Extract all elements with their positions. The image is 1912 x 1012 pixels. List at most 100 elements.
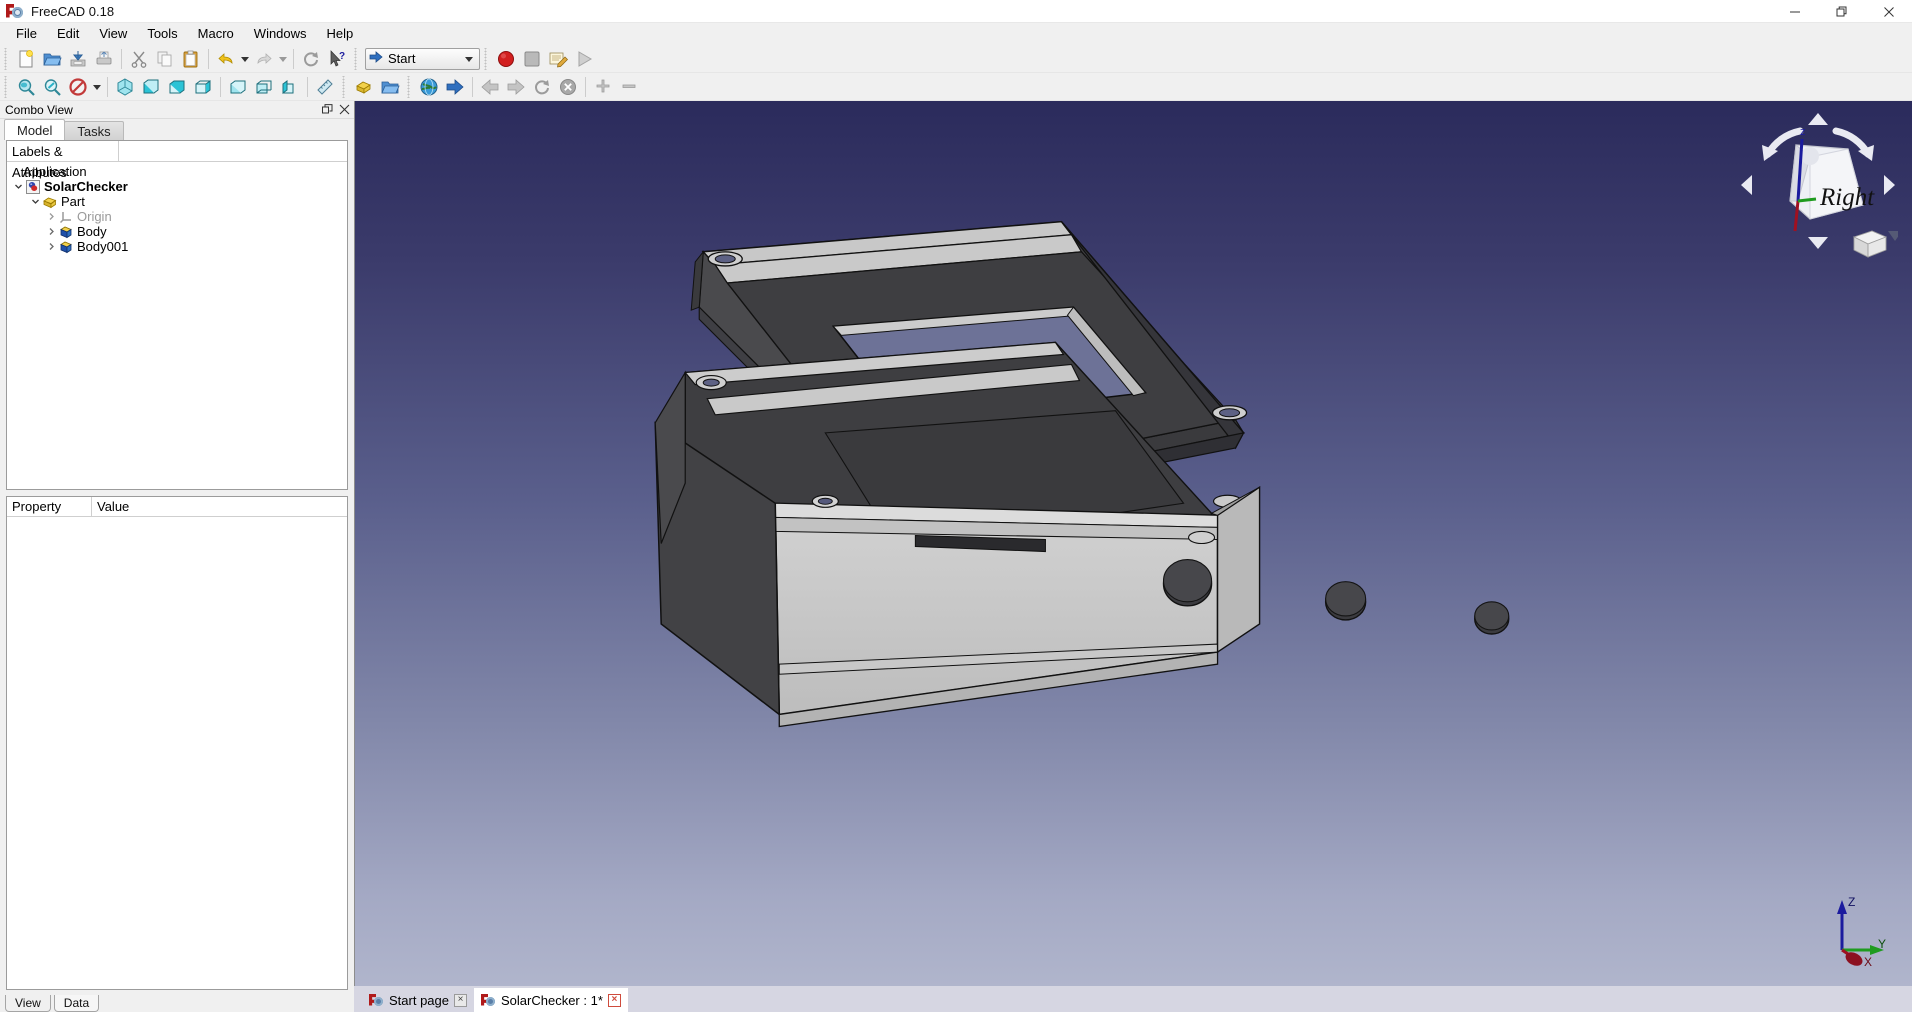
redo-dropdown-icon[interactable] [277, 46, 289, 72]
view-toolbar [13, 73, 338, 101]
chevron-down-icon[interactable] [11, 182, 25, 191]
navigation-cube[interactable]: Right z [1738, 109, 1902, 259]
toolbar-row-2 [0, 73, 1912, 101]
whats-this-cursor-icon[interactable]: ? [324, 46, 350, 72]
property-header: Property Value [7, 497, 347, 517]
macro-execute-icon[interactable] [571, 46, 597, 72]
tab-tasks[interactable]: Tasks [64, 121, 124, 140]
new-document-icon[interactable] [13, 46, 39, 72]
axis-x-label: X [1864, 955, 1872, 968]
macro-edit-icon[interactable] [545, 46, 571, 72]
tree-item-part[interactable]: Part [7, 194, 347, 209]
create-group-icon[interactable] [377, 74, 403, 100]
maximize-button[interactable] [1818, 0, 1865, 23]
redo-arrow-icon[interactable] [251, 46, 277, 72]
toolbar-grip[interactable] [3, 75, 11, 98]
refresh-icon[interactable] [298, 46, 324, 72]
macro-stop-icon[interactable] [519, 46, 545, 72]
paste-clipboard-icon[interactable] [178, 46, 204, 72]
copy-icon[interactable] [152, 46, 178, 72]
chevron-right-icon[interactable] [44, 212, 58, 221]
menu-view[interactable]: View [89, 24, 137, 44]
save-icon[interactable] [65, 46, 91, 72]
chevron-down-icon[interactable] [28, 197, 42, 206]
right-view-icon[interactable] [190, 74, 216, 100]
undo-arrow-icon[interactable] [213, 46, 239, 72]
toolbar-grip[interactable] [406, 75, 414, 98]
tree-item-solarchecker[interactable]: SolarChecker [7, 179, 347, 194]
axonometric-view-icon[interactable] [112, 74, 138, 100]
axis-z-label: Z [1848, 895, 1855, 909]
draw-style-icon[interactable] [65, 74, 91, 100]
toolbar-separator [208, 48, 209, 69]
tree-item-application[interactable]: Application [7, 164, 347, 179]
close-icon[interactable] [338, 103, 351, 116]
tree-item-body001[interactable]: Body001 [7, 239, 347, 254]
nav-cube-menu-arrow-icon [1888, 231, 1902, 241]
title-bar: FreeCAD 0.18 [0, 0, 1912, 23]
left-view-icon[interactable] [277, 74, 303, 100]
solar-checker-enclosure-model[interactable] [355, 101, 1912, 986]
minimize-button[interactable] [1771, 0, 1818, 23]
tree-item-origin[interactable]: Origin [7, 209, 347, 224]
document-tab-label: SolarChecker : 1* [501, 992, 603, 1008]
menu-tools[interactable]: Tools [137, 24, 187, 44]
nav-arrow-left-icon [1741, 175, 1752, 195]
toolbar-grip[interactable] [3, 47, 11, 70]
document-tab-bar: Start page × SolarChecker : 1* × [354, 986, 1912, 1012]
document-tab-solarchecker[interactable]: SolarChecker : 1* × [474, 988, 628, 1012]
tab-view[interactable]: View [5, 995, 51, 1012]
undo-dropdown-icon[interactable] [239, 46, 251, 72]
front-view-icon[interactable] [138, 74, 164, 100]
back-navigate-icon[interactable] [477, 74, 503, 100]
create-part-icon[interactable] [351, 74, 377, 100]
macro-record-icon[interactable] [493, 46, 519, 72]
menu-macro[interactable]: Macro [188, 24, 244, 44]
view-area: Right z Z Y X Start page × SolarChecker … [354, 101, 1912, 1012]
undock-icon[interactable] [321, 103, 334, 116]
print-icon[interactable] [91, 46, 117, 72]
property-editor-panel: Property Value [6, 496, 348, 990]
forward-arrow-icon[interactable] [442, 74, 468, 100]
3d-viewport[interactable]: Right z Z Y X [354, 101, 1912, 986]
toolbar-grip[interactable] [353, 47, 361, 70]
tree-label: Part [61, 194, 85, 209]
workbench-selector[interactable]: Start [365, 47, 480, 70]
open-folder-icon[interactable] [39, 46, 65, 72]
stop-loading-icon[interactable] [555, 74, 581, 100]
chevron-down-icon[interactable] [465, 56, 473, 62]
zoom-in-plus-icon[interactable] [590, 74, 616, 100]
fit-selection-icon[interactable] [39, 74, 65, 100]
tab-data[interactable]: Data [53, 995, 100, 1012]
tab-model[interactable]: Model [4, 119, 66, 140]
rear-view-icon[interactable] [225, 74, 251, 100]
menu-windows[interactable]: Windows [244, 24, 317, 44]
chevron-right-icon[interactable] [44, 227, 58, 236]
top-view-icon[interactable] [164, 74, 190, 100]
fit-all-icon[interactable] [13, 74, 39, 100]
tree-label: SolarChecker [44, 179, 128, 194]
bottom-view-icon[interactable] [251, 74, 277, 100]
property-column-property: Property [7, 497, 92, 516]
chevron-right-icon[interactable] [44, 242, 58, 251]
menu-help[interactable]: Help [317, 24, 364, 44]
toolbar-grip[interactable] [483, 47, 491, 70]
tree-item-body[interactable]: Body [7, 224, 347, 239]
document-tab-close-button[interactable]: × [607, 993, 621, 1007]
globe-icon[interactable] [416, 74, 442, 100]
close-button[interactable] [1865, 0, 1912, 23]
zoom-out-minus-icon[interactable] [616, 74, 642, 100]
reload-icon[interactable] [529, 74, 555, 100]
document-tab-start-page[interactable]: Start page × [362, 988, 474, 1012]
toolbar-grip[interactable] [341, 75, 349, 98]
measure-ruler-icon[interactable] [312, 74, 338, 100]
freecad-window: FreeCAD 0.18 File Edit View Tools Macro … [0, 0, 1912, 1012]
menu-file[interactable]: File [6, 24, 47, 44]
document-tab-close-button[interactable]: × [454, 993, 467, 1007]
forward-navigate-icon[interactable] [503, 74, 529, 100]
draw-style-dropdown-icon[interactable] [91, 74, 103, 100]
property-rows[interactable] [7, 517, 347, 989]
cut-scissors-icon[interactable] [126, 46, 152, 72]
menu-edit[interactable]: Edit [47, 24, 89, 44]
combo-view-title: Combo View [5, 102, 73, 117]
